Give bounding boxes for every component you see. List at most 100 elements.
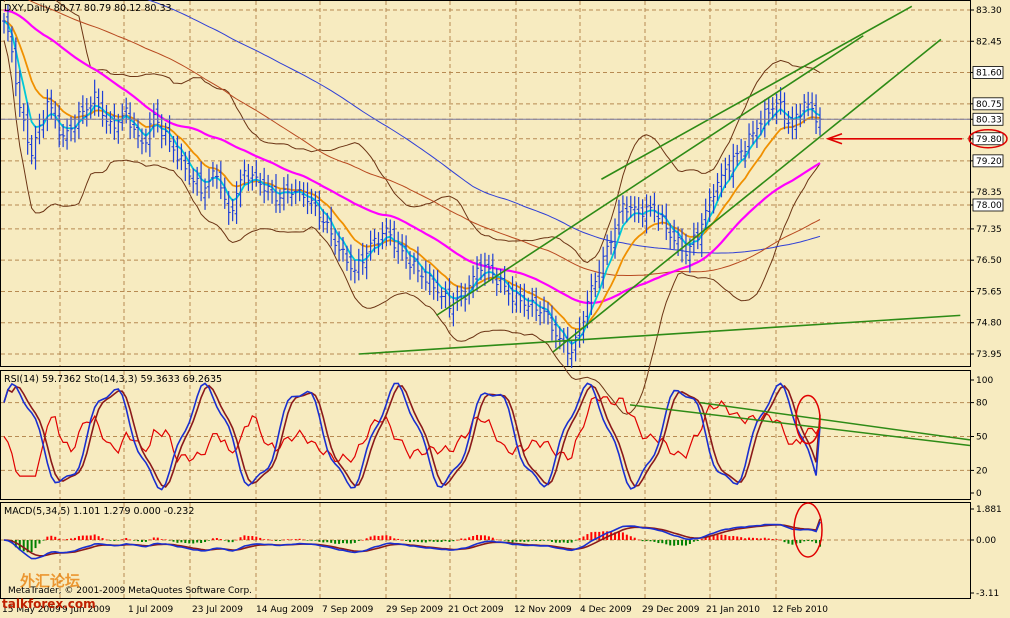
macd-histogram-bar xyxy=(73,537,76,540)
price-tick-label: 83.30 xyxy=(976,6,1002,16)
macd-histogram-bar xyxy=(665,540,668,545)
osc-tick-label: 80 xyxy=(976,399,988,409)
macd-histogram-bar xyxy=(479,535,482,540)
macd-histogram-bar xyxy=(448,540,451,542)
macd-histogram-bar xyxy=(263,539,266,540)
time-tick-label: 7 Sep 2009 xyxy=(322,605,374,615)
macd-histogram-bar xyxy=(728,536,731,540)
macd-histogram-bar xyxy=(144,540,147,542)
macd-histogram-bar xyxy=(491,537,494,540)
macd-histogram-bar xyxy=(724,534,727,540)
macd-histogram-bar xyxy=(81,535,84,540)
price-tick-label: 78.00 xyxy=(976,201,1002,211)
macd-histogram-bar xyxy=(215,538,218,540)
macd-histogram-bar xyxy=(645,540,648,542)
price-tick-label: 81.60 xyxy=(976,69,1002,79)
macd-histogram-bar xyxy=(137,540,140,542)
macd-histogram-bar xyxy=(184,540,187,543)
macd-histogram-bar xyxy=(574,540,577,541)
macd-histogram-bar xyxy=(424,540,427,543)
macd-histogram-bar xyxy=(314,540,317,541)
macd-histogram-bar xyxy=(294,539,297,540)
macd-histogram-bar xyxy=(192,540,195,544)
macd-histogram-bar xyxy=(590,532,593,540)
macd-histogram-bar xyxy=(582,536,585,540)
macd-histogram-bar xyxy=(720,534,723,540)
macd-histogram-bar xyxy=(105,539,108,541)
macd-histogram-bar xyxy=(657,540,660,544)
macd-histogram-bar xyxy=(278,540,281,541)
price-tick-label: 78.35 xyxy=(976,188,1002,198)
macd-histogram-bar xyxy=(345,540,348,544)
macd-histogram-bar xyxy=(420,540,423,543)
macd-histogram-bar xyxy=(815,540,818,544)
macd-histogram-bar xyxy=(42,540,45,541)
macd-histogram-bar xyxy=(349,540,352,544)
time-tick-label: 21 Oct 2009 xyxy=(448,605,504,615)
macd-histogram-bar xyxy=(211,538,214,540)
macd-histogram-bar xyxy=(787,540,790,544)
macd-histogram-bar xyxy=(511,540,514,543)
macd-histogram-bar xyxy=(397,538,400,540)
time-tick-label: 23 Jul 2009 xyxy=(192,605,243,615)
macd-histogram-bar xyxy=(235,539,238,541)
macd-histogram-bar xyxy=(365,538,368,540)
macd-histogram-bar xyxy=(535,540,538,541)
time-tick-label: 1 Jul 2009 xyxy=(128,605,173,615)
macd-histogram-bar xyxy=(748,537,751,540)
macd-histogram-bar xyxy=(621,532,624,540)
macd-histogram-bar xyxy=(231,540,234,543)
macd-histogram-bar xyxy=(673,540,676,546)
rsi-header: RSI(14) 59.7362 Sto(14,3,3) 59.3633 69.2… xyxy=(4,374,222,385)
macd-histogram-bar xyxy=(550,540,553,542)
macd-histogram-bar xyxy=(472,535,475,540)
macd-histogram-bar xyxy=(444,540,447,542)
macd-histogram-bar xyxy=(306,540,309,541)
macd-histogram-bar xyxy=(152,537,155,540)
macd-histogram-bar xyxy=(196,540,199,543)
macd-histogram-bar xyxy=(807,540,810,541)
macd-histogram-bar xyxy=(811,540,814,542)
price-tick-label: 76.50 xyxy=(976,256,1002,266)
macd-histogram-bar xyxy=(681,540,684,546)
macd-histogram-bar xyxy=(160,539,163,540)
macd-histogram-bar xyxy=(342,540,345,544)
macd-histogram-bar xyxy=(286,539,289,540)
macd-histogram-bar xyxy=(381,535,384,540)
macd-histogram-bar xyxy=(692,540,695,542)
macd-histogram-bar xyxy=(164,539,167,541)
macd-histogram-bar xyxy=(476,534,479,540)
macd-histogram-bar xyxy=(223,540,226,541)
macd-histogram-bar xyxy=(531,540,534,541)
macd-histogram-bar xyxy=(172,540,175,542)
macd-histogram-bar xyxy=(677,540,680,545)
macd-histogram-bar xyxy=(440,540,443,542)
macd-histogram-bar xyxy=(468,537,471,540)
macd-histogram-bar xyxy=(515,540,518,542)
time-axis: 15 May 2009 9 Jun 2009 1 Jul 2009 23 Jul 20… xyxy=(2,605,828,615)
macd-histogram-bar xyxy=(456,539,459,541)
macd-histogram-bar xyxy=(558,540,561,543)
oscillator-panel xyxy=(0,370,971,500)
time-tick-label: 12 Nov 2009 xyxy=(514,605,572,615)
macd-histogram-bar xyxy=(243,535,246,540)
macd-histogram-bar xyxy=(58,538,61,540)
macd-histogram-bar xyxy=(302,539,305,541)
macd-histogram-bar xyxy=(148,539,151,541)
macd-histogram-bar xyxy=(156,537,159,540)
macd-histogram-bar xyxy=(113,540,116,541)
macd-histogram-bar xyxy=(38,540,41,544)
macd-tick-label: 0.00 xyxy=(976,536,996,546)
price-tick-label: 77.35 xyxy=(976,225,1002,235)
price-tick-label: 80.33 xyxy=(976,115,1002,125)
macd-histogram-bar xyxy=(298,538,301,540)
price-tick-label: 75.65 xyxy=(976,287,1002,297)
macd-histogram-bar xyxy=(483,535,486,540)
macd-histogram-bar xyxy=(661,540,664,544)
macd-histogram-bar xyxy=(409,540,412,543)
macd-histogram-bar xyxy=(62,539,65,541)
macd-histogram-bar xyxy=(460,538,463,540)
macd-histogram-bar xyxy=(393,538,396,540)
macd-histogram-bar xyxy=(523,540,526,542)
macd-histogram-bar xyxy=(432,540,435,542)
